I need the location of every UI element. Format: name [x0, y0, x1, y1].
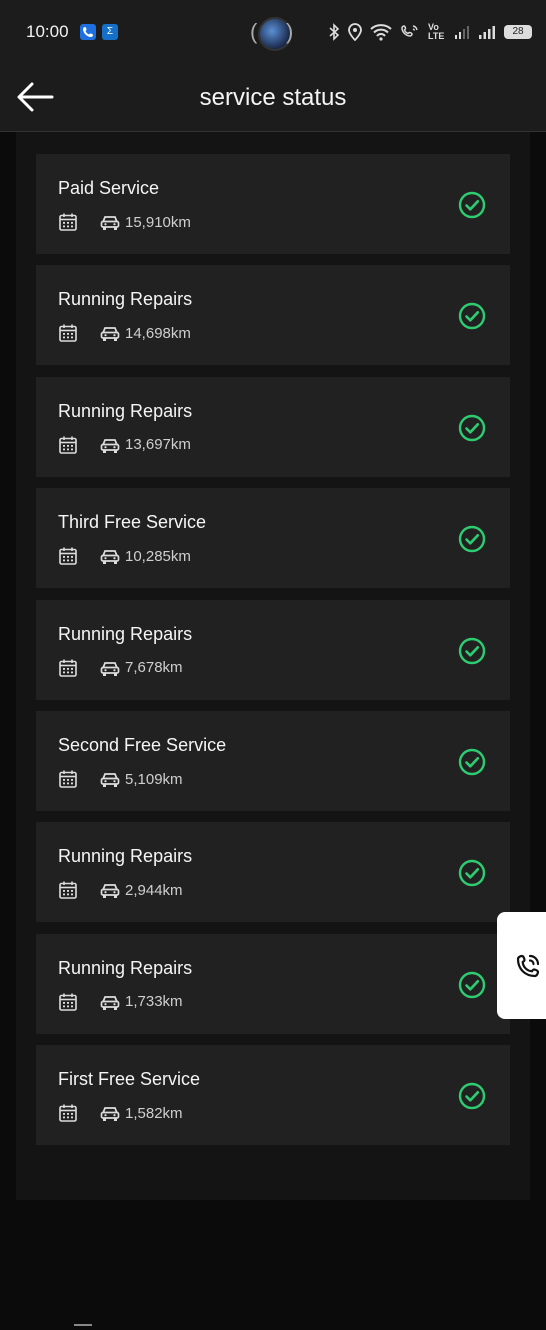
service-title: Running Repairs: [58, 846, 193, 867]
service-km: 1,733km: [125, 993, 183, 1011]
right-bracket-icon: ): [286, 19, 294, 44]
service-meta: 2,944km: [58, 880, 183, 900]
next-card-peek: [74, 1324, 92, 1330]
battery-indicator: 28: [504, 25, 532, 39]
car-icon: [78, 659, 120, 677]
app-bar: service status: [0, 64, 546, 132]
service-card[interactable]: Running Repairs 1,733km: [36, 933, 510, 1034]
service-km: 15,910km: [125, 213, 191, 231]
service-card[interactable]: First Free Service 1,582km: [36, 1045, 510, 1146]
service-km: 5,109km: [125, 770, 183, 788]
service-km: 13,697km: [125, 436, 191, 454]
check-circle-icon: [458, 748, 486, 776]
service-meta: 13,697km: [58, 435, 191, 455]
status-time: 10:00: [26, 22, 69, 41]
location-icon: [348, 23, 362, 41]
service-km: 1,582km: [125, 1104, 183, 1122]
check-circle-icon: [458, 191, 486, 219]
service-card[interactable]: Running Repairs 13,697km: [36, 376, 510, 477]
service-card[interactable]: Third Free Service 10,285km: [36, 488, 510, 589]
service-meta: 7,678km: [58, 658, 183, 678]
service-title: First Free Service: [58, 1069, 201, 1090]
volte-label: Vo LTE: [428, 22, 445, 41]
service-meta: 1,582km: [58, 1103, 183, 1123]
calendar-icon: [58, 546, 78, 566]
car-icon: [78, 881, 120, 899]
check-circle-icon: [458, 637, 486, 665]
check-circle-icon: [458, 302, 486, 330]
left-bracket-icon: (: [250, 19, 258, 44]
service-title: Paid Service: [58, 178, 160, 198]
wifi-icon: [370, 24, 392, 41]
signal-2-icon: [479, 26, 495, 39]
calendar-icon: [58, 212, 78, 232]
car-icon: [78, 993, 120, 1011]
bluetooth-icon: [329, 23, 340, 41]
sigma-app-icon: Σ: [102, 24, 118, 40]
service-title: Second Free Service: [58, 735, 227, 755]
service-km: 10,285km: [125, 547, 191, 565]
service-card[interactable]: Running Repairs 2,944km: [36, 822, 510, 923]
calendar-icon: [58, 992, 78, 1012]
sigma-app-glyph: Σ: [106, 26, 114, 37]
status-bar: 10:00 Σ ( ) Vo LTE 28: [0, 0, 546, 64]
phone-app-icon: [80, 24, 96, 40]
calendar-icon: [58, 658, 78, 678]
service-title: Running Repairs: [58, 957, 193, 978]
check-circle-icon: [458, 525, 486, 553]
check-circle-icon: [458, 971, 486, 999]
calendar-icon: [58, 323, 78, 343]
profile-avatar: ( ): [250, 15, 294, 51]
phone-call-icon: [516, 954, 540, 978]
service-title: Running Repairs: [58, 623, 193, 644]
service-title: Third Free Service: [58, 512, 207, 533]
status-icons: Vo LTE 28: [328, 20, 532, 44]
service-km: 14,698km: [125, 324, 191, 342]
service-meta: 14,698km: [58, 323, 191, 343]
service-meta: 5,109km: [58, 769, 183, 789]
service-title: Running Repairs: [58, 400, 193, 421]
service-card[interactable]: Running Repairs 14,698km: [36, 265, 510, 366]
service-title: Running Repairs: [58, 289, 193, 310]
signal-1-icon: [455, 26, 469, 39]
car-icon: [78, 324, 120, 342]
wifi-calling-icon: [401, 25, 418, 37]
car-icon: [78, 547, 120, 565]
service-list[interactable]: Paid Service 15,910km Running Repairs 14,69…: [0, 132, 546, 1326]
service-card[interactable]: Second Free Service 5,109km: [36, 711, 510, 811]
check-circle-icon: [458, 1082, 486, 1110]
service-card[interactable]: Paid Service 15,910km: [36, 154, 510, 254]
call-support-button[interactable]: [497, 912, 546, 1019]
car-icon: [78, 436, 120, 454]
service-km: 7,678km: [125, 659, 183, 677]
calendar-icon: [58, 435, 78, 455]
page-title: service status: [199, 84, 347, 111]
calendar-icon: [58, 769, 78, 789]
calendar-icon: [58, 1103, 78, 1123]
service-km: 2,944km: [125, 881, 183, 899]
service-meta: 15,910km: [58, 212, 191, 232]
service-meta: 10,285km: [58, 546, 191, 566]
service-card[interactable]: Running Repairs 7,678km: [36, 599, 510, 700]
calendar-icon: [58, 880, 78, 900]
check-circle-icon: [458, 859, 486, 887]
service-list-panel: Paid Service 15,910km Running Repairs 14,69…: [16, 132, 530, 1326]
car-icon: [78, 1104, 120, 1122]
car-icon: [78, 770, 120, 788]
car-icon: [78, 213, 120, 231]
service-meta: 1,733km: [58, 992, 183, 1012]
check-circle-icon: [458, 414, 486, 442]
